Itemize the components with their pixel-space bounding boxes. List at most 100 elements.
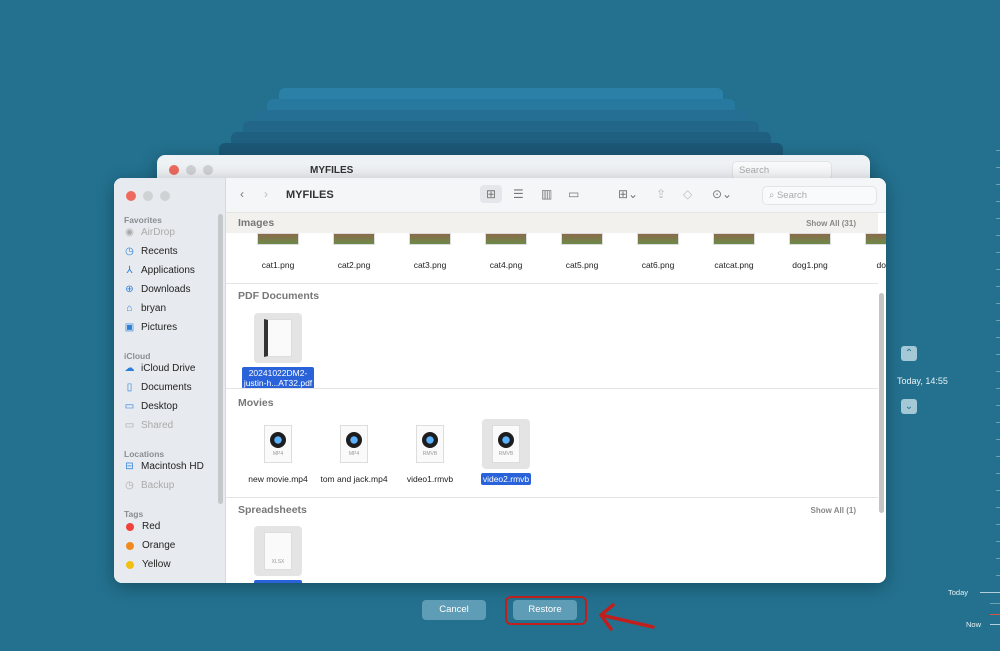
timeline-tick-today[interactable] <box>980 592 1000 593</box>
timeline-tick[interactable] <box>996 269 1000 270</box>
sidebar-item-icloud-drive[interactable]: ☁ iCloud Drive <box>124 363 196 374</box>
sidebar-item-recents[interactable]: ◷ Recents <box>124 246 178 257</box>
column-view-icon[interactable]: ▥ <box>541 187 552 201</box>
timeline-tick[interactable] <box>996 371 1000 372</box>
sidebar-item-airdrop[interactable]: ◉ AirDrop <box>124 227 175 238</box>
timeline-tick[interactable] <box>996 456 1000 457</box>
file-name: cat1.png <box>261 260 295 270</box>
sidebar-item-label: Pictures <box>141 322 178 333</box>
timeline-tick[interactable] <box>996 286 1000 287</box>
close-button[interactable] <box>126 191 136 201</box>
minimize-button[interactable] <box>143 191 153 201</box>
group-by-icon[interactable]: ⊞⌄ <box>618 187 638 201</box>
finder-window: Favorites ◉ AirDrop ◷ Recents ⅄ Applications ⊕ D… <box>114 178 886 583</box>
cancel-button[interactable]: Cancel <box>422 600 486 620</box>
timeline-now-label: Now <box>966 620 982 629</box>
back-icon[interactable]: ‹ <box>240 187 244 201</box>
timeline-tick[interactable] <box>996 218 1000 219</box>
newer-backup-button[interactable]: ⌄ <box>901 399 917 414</box>
file-item[interactable]: MP4 new movie.mp4 <box>240 419 316 485</box>
image-thumbnail <box>865 233 886 245</box>
list-view-icon[interactable]: ☰ <box>513 187 524 201</box>
file-name: cat6.png <box>641 260 675 270</box>
timeline-tick[interactable] <box>996 524 1000 525</box>
sidebar-item-pictures[interactable]: ▣ Pictures <box>124 322 177 333</box>
more-actions-icon[interactable]: ⊙⌄ <box>712 187 732 201</box>
pdf-thumbnail-icon <box>254 313 302 363</box>
spreadsheet-file-icon: XLSX <box>254 526 302 576</box>
timeline-tick[interactable] <box>996 303 1000 304</box>
content-scrollbar[interactable] <box>879 293 884 513</box>
airdrop-icon: ◉ <box>125 227 134 238</box>
annotation-arrow-icon <box>599 603 655 631</box>
timeline-tick[interactable] <box>996 320 1000 321</box>
timeline-tick[interactable] <box>996 337 1000 338</box>
timeline-tick[interactable] <box>996 150 1000 151</box>
timeline-tick[interactable] <box>996 252 1000 253</box>
file-item[interactable]: cat5.png <box>544 233 620 271</box>
image-thumbnail <box>485 233 527 245</box>
sidebar-scrollbar[interactable] <box>218 214 223 504</box>
timeline-tick[interactable] <box>990 603 1000 604</box>
gallery-view-icon[interactable]: ▭ <box>568 187 579 201</box>
file-item[interactable]: cat1.png <box>240 233 316 271</box>
timeline-tick[interactable] <box>996 201 1000 202</box>
file-item[interactable]: cat3.png <box>392 233 468 271</box>
file-item[interactable]: cat4.png <box>468 233 544 271</box>
icon-view-icon[interactable]: ⊞ <box>480 185 503 203</box>
forward-icon[interactable]: › <box>264 187 268 201</box>
sidebar-item-shared[interactable]: ▭ Shared <box>124 420 173 431</box>
section-title: PDF Documents <box>238 290 320 302</box>
sidebar-item-yellow[interactable]: Yellow <box>124 559 171 570</box>
timeline-tick-now[interactable] <box>990 624 1000 625</box>
timeline-tick-selected[interactable] <box>990 614 1000 615</box>
file-item[interactable]: cat2.png <box>316 233 392 271</box>
timeline-tick[interactable] <box>996 473 1000 474</box>
older-backup-button[interactable]: ⌃ <box>901 346 917 361</box>
file-item[interactable]: dog2 <box>848 233 886 271</box>
sidebar-section-icloud: iCloud <box>124 351 151 361</box>
sidebar-item-red[interactable]: Red <box>124 521 160 532</box>
sidebar-item-label: Shared <box>141 420 174 431</box>
timeline-tick[interactable] <box>996 575 1000 576</box>
sidebar-item-downloads[interactable]: ⊕ Downloads <box>124 284 190 295</box>
shared-folder-icon: ▭ <box>124 420 135 431</box>
timeline-tick[interactable] <box>996 422 1000 423</box>
sidebar-item-label: Yellow <box>142 559 171 570</box>
sidebar-section-locations: Locations <box>124 449 165 459</box>
show-all-images-link[interactable]: Show All (31) <box>806 219 856 228</box>
file-item[interactable]: RMVB video1.rmvb <box>392 419 468 485</box>
timeline-tick[interactable] <box>996 235 1000 236</box>
timeline-tick[interactable] <box>996 490 1000 491</box>
timeline-tick[interactable] <box>996 184 1000 185</box>
show-all-spreadsheets-link[interactable]: Show All (1) <box>811 506 856 515</box>
sidebar-item-backup[interactable]: ◷ Backup <box>124 480 174 491</box>
timeline-tick[interactable] <box>996 405 1000 406</box>
file-item[interactable]: dog1.png <box>772 233 848 271</box>
sidebar-item-documents[interactable]: ▯ Documents <box>124 382 192 393</box>
file-item[interactable]: RMVB video2.rmvb <box>468 419 544 485</box>
file-item[interactable]: MP4 tom and jack.mp4 <box>316 419 392 485</box>
file-item[interactable]: cat6.png <box>620 233 696 271</box>
sidebar-item-applications[interactable]: ⅄ Applications <box>124 265 194 276</box>
sidebar-item-macintosh-hd[interactable]: ⊟ Macintosh HD <box>124 461 204 472</box>
timeline-tick[interactable] <box>996 541 1000 542</box>
timeline-tick[interactable] <box>996 439 1000 440</box>
tag-icon[interactable]: ◇ <box>683 187 692 201</box>
zoom-button[interactable] <box>160 191 170 201</box>
share-icon[interactable]: ⇪ <box>656 187 666 201</box>
sidebar-item-bryan[interactable]: ⌂ bryan <box>124 303 166 314</box>
timeline-tick[interactable] <box>996 507 1000 508</box>
file-item[interactable]: 20241022DM2- justin-h...AT32.pdf <box>240 313 316 389</box>
timeline-tick[interactable] <box>996 388 1000 389</box>
file-item[interactable]: catcat.png <box>696 233 772 271</box>
section-title: Images <box>238 217 275 229</box>
timeline-tick[interactable] <box>996 558 1000 559</box>
sidebar-item-desktop[interactable]: ▭ Desktop <box>124 401 178 412</box>
clock-icon: ◷ <box>125 246 134 257</box>
sidebar-item-orange[interactable]: Orange <box>124 540 175 551</box>
search-field[interactable]: ⌕ Search <box>762 186 877 205</box>
timeline-tick[interactable] <box>996 167 1000 168</box>
file-item[interactable]: XLSX newfile.xlsx <box>240 526 316 583</box>
timeline-tick[interactable] <box>996 354 1000 355</box>
